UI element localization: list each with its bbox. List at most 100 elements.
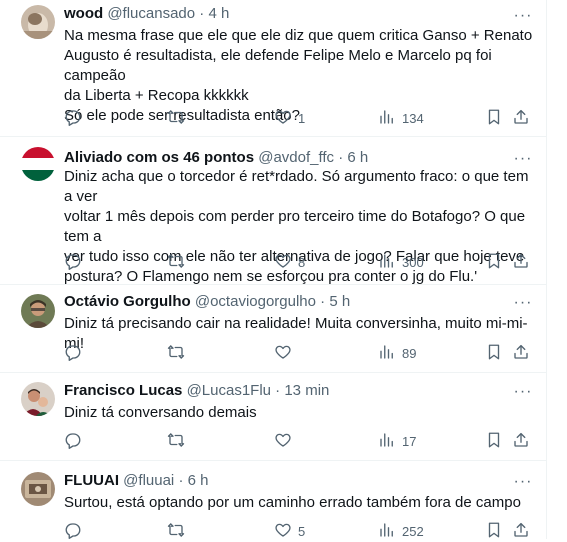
tweet-header: FLUUAI @fluuai · 6 h — [64, 471, 208, 491]
more-icon[interactable]: ··· — [513, 382, 533, 402]
retweet-icon — [167, 343, 185, 364]
avatar[interactable] — [21, 382, 55, 416]
views-button[interactable]: 252 — [378, 521, 424, 541]
retweet-button[interactable] — [167, 108, 191, 128]
share-button[interactable] — [512, 521, 530, 541]
retweet-icon — [167, 252, 185, 273]
tweet-header: Octávio Gorgulho @octaviogorgulho · 5 h — [64, 292, 350, 312]
like-button[interactable]: 8 — [274, 252, 305, 272]
avatar[interactable] — [21, 472, 55, 506]
author-handle[interactable]: @flucansado — [107, 5, 195, 22]
like-button[interactable]: 5 — [274, 521, 305, 541]
bookmark-button[interactable] — [485, 521, 503, 541]
author-handle[interactable]: @octaviogorgulho — [195, 293, 316, 310]
views-count: 17 — [402, 433, 417, 449]
tweet-text: Surtou, está optando por um caminho erra… — [64, 494, 521, 511]
avatar[interactable] — [21, 5, 55, 39]
separator: · — [338, 149, 344, 166]
views-count: 300 — [402, 254, 424, 270]
tweet-header: Aliviado com os 46 pontos @avdof_ffc · 6… — [64, 148, 368, 168]
tweet[interactable]: Francisco Lucas @Lucas1Flu · 13 min ··· … — [0, 373, 547, 461]
separator: · — [199, 5, 205, 22]
author-name[interactable]: Aliviado com os 46 pontos — [64, 149, 254, 166]
retweet-button[interactable] — [167, 521, 191, 541]
bookmark-button[interactable] — [485, 431, 503, 451]
share-button[interactable] — [512, 108, 530, 128]
more-icon[interactable]: ··· — [513, 6, 533, 26]
reply-icon — [64, 431, 82, 452]
views-count: 252 — [402, 523, 424, 539]
share-icon — [512, 343, 530, 364]
separator: · — [275, 382, 281, 399]
tweet-header: wood @flucansado · 4 h — [64, 4, 229, 24]
heart-icon — [274, 108, 292, 129]
views-icon — [378, 252, 396, 273]
reply-icon — [64, 521, 82, 542]
tweet[interactable]: wood @flucansado · 4 h ··· Na mesma fras… — [0, 0, 547, 137]
bookmark-icon — [485, 521, 503, 542]
share-button[interactable] — [512, 431, 530, 451]
author-handle[interactable]: @fluuai — [123, 472, 174, 489]
timestamp[interactable]: 5 h — [329, 293, 350, 310]
author-name[interactable]: FLUUAI — [64, 472, 119, 489]
heart-icon — [274, 431, 292, 452]
like-count: 5 — [298, 523, 306, 539]
views-icon — [378, 521, 396, 542]
avatar[interactable] — [21, 294, 55, 328]
like-button[interactable]: 1 — [274, 108, 305, 128]
views-count: 134 — [402, 110, 424, 126]
timestamp[interactable]: 6 h — [347, 149, 368, 166]
tweet[interactable]: Octávio Gorgulho @octaviogorgulho · 5 h … — [0, 285, 547, 373]
reply-button[interactable] — [64, 343, 88, 363]
views-icon — [378, 108, 396, 129]
retweet-button[interactable] — [167, 431, 191, 451]
author-handle[interactable]: @Lucas1Flu — [187, 382, 271, 399]
bookmark-button[interactable] — [485, 108, 503, 128]
retweet-button[interactable] — [167, 252, 191, 272]
tweet-actions: 89 — [60, 343, 540, 363]
heart-icon — [274, 521, 292, 542]
views-button[interactable]: 134 — [378, 108, 424, 128]
tweet[interactable]: Aliviado com os 46 pontos @avdof_ffc · 6… — [0, 137, 547, 285]
author-name[interactable]: Octávio Gorgulho — [64, 293, 191, 310]
like-button[interactable] — [274, 431, 298, 451]
reply-icon — [64, 343, 82, 364]
author-handle[interactable]: @avdof_ffc — [258, 149, 334, 166]
views-count: 89 — [402, 345, 417, 361]
separator: · — [320, 293, 326, 310]
retweet-icon — [167, 431, 185, 452]
like-button[interactable] — [274, 343, 298, 363]
timestamp[interactable]: 4 h — [208, 5, 229, 22]
share-button[interactable] — [512, 343, 530, 363]
retweet-button[interactable] — [167, 343, 191, 363]
more-icon[interactable]: ··· — [513, 149, 533, 169]
bookmark-button[interactable] — [485, 252, 503, 272]
views-icon — [378, 343, 396, 364]
views-button[interactable]: 300 — [378, 252, 424, 272]
bookmark-icon — [485, 108, 503, 129]
reply-button[interactable] — [64, 431, 88, 451]
reply-button[interactable] — [64, 252, 88, 272]
author-name[interactable]: wood — [64, 5, 103, 22]
timestamp[interactable]: 13 min — [284, 382, 329, 399]
reply-button[interactable] — [64, 108, 88, 128]
views-button[interactable]: 89 — [378, 343, 416, 363]
reply-icon — [64, 252, 82, 273]
tweet-feed: wood @flucansado · 4 h ··· Na mesma fras… — [0, 0, 547, 539]
heart-icon — [274, 252, 292, 273]
tweet-actions: 5 252 — [60, 521, 540, 541]
retweet-icon — [167, 521, 185, 542]
views-button[interactable]: 17 — [378, 431, 416, 451]
share-button[interactable] — [512, 252, 530, 272]
avatar[interactable] — [21, 147, 55, 181]
share-icon — [512, 521, 530, 542]
bookmark-button[interactable] — [485, 343, 503, 363]
author-name[interactable]: Francisco Lucas — [64, 382, 182, 399]
timestamp[interactable]: 6 h — [188, 472, 209, 489]
tweet-actions: 1 134 — [60, 108, 540, 128]
reply-button[interactable] — [64, 521, 88, 541]
tweet[interactable]: FLUUAI @fluuai · 6 h ··· Surtou, está op… — [0, 461, 547, 539]
more-icon[interactable]: ··· — [513, 472, 533, 492]
views-icon — [378, 431, 396, 452]
more-icon[interactable]: ··· — [513, 293, 533, 313]
